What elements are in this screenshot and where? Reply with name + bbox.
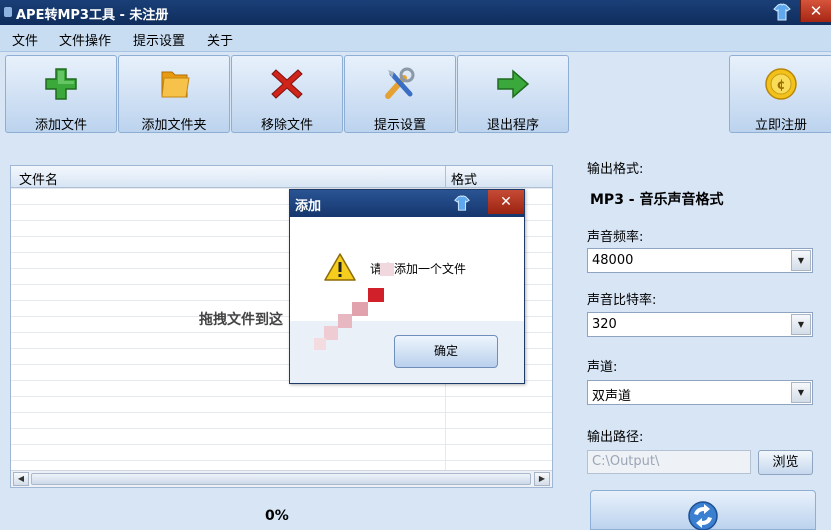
add-folder-button[interactable]: 添加文件夹 (118, 55, 230, 133)
add-dialog: 添加 ✕ 请先添加一个文件 确定 (289, 189, 525, 384)
dialog-close-button[interactable]: ✕ (488, 190, 524, 214)
pixel-artifact (368, 288, 384, 302)
bitrate-select[interactable]: 320 ▼ (587, 312, 813, 337)
pixel-artifact (314, 338, 326, 350)
remove-file-label: 移除文件 (260, 118, 313, 133)
menu-prompt-settings[interactable]: 提示设置 (133, 30, 185, 49)
remove-file-button[interactable]: 移除文件 (231, 55, 343, 133)
remove-icon (271, 69, 303, 99)
coin-icon: ¢ (765, 68, 797, 100)
add-folder-label: 添加文件夹 (141, 118, 207, 133)
warning-icon (324, 253, 356, 281)
column-separator[interactable] (445, 166, 446, 188)
bitrate-label: 声音比特率: (587, 293, 657, 308)
exit-label: 退出程序 (486, 118, 539, 133)
exit-button[interactable]: 退出程序 (457, 55, 569, 133)
progress-percent: 0% (265, 508, 289, 524)
close-button[interactable]: ✕ (800, 0, 831, 22)
sample-rate-value: 48000 (592, 253, 634, 268)
bitrate-value: 320 (592, 317, 617, 332)
output-path-label: 输出路径: (587, 430, 644, 445)
add-file-label: 添加文件 (34, 118, 87, 133)
column-format[interactable]: 格式 (451, 169, 477, 188)
column-filename[interactable]: 文件名 (19, 169, 58, 188)
scrollbar-thumb[interactable] (31, 473, 531, 485)
app-icon (4, 7, 12, 17)
menu-bar: 文件 文件操作 提示设置 关于 (0, 25, 831, 52)
svg-text:¢: ¢ (776, 78, 785, 93)
skin-icon[interactable] (453, 194, 471, 212)
channel-value: 双声道 (592, 389, 632, 404)
plus-icon (45, 68, 77, 100)
chevron-down-icon[interactable]: ▼ (791, 314, 811, 335)
window-title: APE转MP3工具 - 未注册 (16, 8, 169, 23)
channel-label: 声道: (587, 360, 618, 375)
prompt-settings-label: 提示设置 (373, 118, 426, 133)
ok-button[interactable]: 确定 (394, 335, 498, 368)
menu-file[interactable]: 文件 (12, 30, 38, 49)
register-label: 立即注册 (754, 118, 807, 133)
dialog-title: 添加 (295, 199, 322, 214)
pixel-artifact (352, 302, 368, 316)
add-file-button[interactable]: 添加文件 (5, 55, 117, 133)
sample-rate-label: 声音频率: (587, 230, 644, 245)
pixel-artifact (324, 326, 338, 340)
scroll-left-icon[interactable]: ◀ (13, 472, 29, 486)
channel-select[interactable]: 双声道 ▼ (587, 380, 813, 405)
title-bar: APE转MP3工具 - 未注册 ✕ (0, 0, 831, 25)
folder-icon (161, 71, 190, 98)
register-button[interactable]: ¢ 立即注册 (729, 55, 831, 133)
tools-icon (385, 67, 415, 99)
pixel-artifact (380, 263, 394, 276)
drop-hint: 拖拽文件到这 (199, 312, 283, 328)
output-format-label: 输出格式: (587, 162, 644, 177)
output-format-value: MP3 - 音乐声音格式 (590, 192, 724, 208)
arrow-right-icon (497, 69, 530, 99)
chevron-down-icon[interactable]: ▼ (791, 382, 811, 403)
scroll-right-icon[interactable]: ▶ (534, 472, 550, 486)
convert-icon (688, 501, 718, 530)
pixel-artifact (338, 314, 352, 328)
horizontal-scrollbar[interactable]: ◀ ▶ (11, 470, 552, 487)
sample-rate-select[interactable]: 48000 ▼ (587, 248, 813, 273)
output-path-input[interactable]: C:\Output\ (587, 450, 751, 474)
menu-about[interactable]: 关于 (207, 30, 233, 49)
file-list-header: 文件名 格式 (11, 166, 552, 188)
prompt-settings-button[interactable]: 提示设置 (344, 55, 456, 133)
dialog-title-bar: 添加 ✕ (290, 190, 524, 217)
menu-file-operations[interactable]: 文件操作 (59, 30, 111, 49)
chevron-down-icon[interactable]: ▼ (791, 250, 811, 271)
skin-icon[interactable] (772, 2, 792, 22)
browse-button[interactable]: 浏览 (758, 450, 813, 475)
convert-button[interactable] (590, 490, 816, 530)
